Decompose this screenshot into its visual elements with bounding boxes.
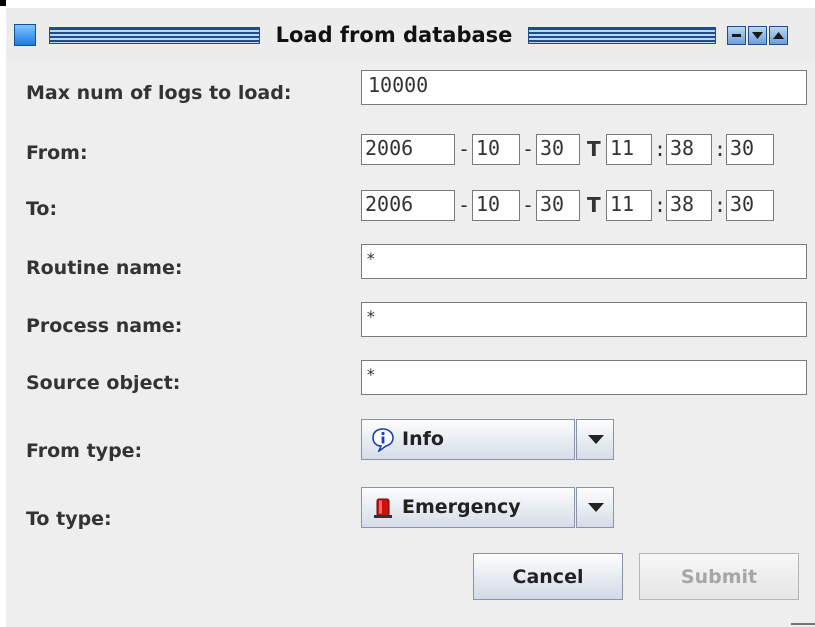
title-stripes-left: [49, 27, 260, 44]
to-month-field[interactable]: 10: [472, 190, 520, 221]
to-type-label: To type:: [26, 508, 112, 530]
to-type-select[interactable]: Emergency: [361, 487, 614, 528]
date-separator: -: [522, 137, 535, 161]
to-type-value: Emergency: [402, 496, 521, 518]
time-separator: :: [654, 137, 667, 161]
chevron-down-icon: [588, 435, 604, 444]
window-corner-mark: [0, 0, 6, 6]
to-day-field[interactable]: 30: [536, 190, 580, 221]
triangle-up-icon: [773, 32, 784, 39]
title-stripes-right: [528, 27, 716, 44]
cancel-button[interactable]: Cancel: [473, 553, 623, 600]
from-day-field[interactable]: 30: [536, 134, 580, 165]
chevron-down-icon: [588, 503, 604, 512]
emergency-icon: [374, 498, 392, 518]
triangle-down-icon: [752, 32, 763, 39]
routine-name-label: Routine name:: [26, 257, 183, 279]
to-minute-field[interactable]: 38: [666, 190, 712, 221]
date-separator: -: [458, 193, 471, 217]
resize-grip[interactable]: [791, 623, 815, 625]
datetime-separator: T: [587, 137, 601, 161]
from-year-field[interactable]: 2006: [361, 134, 455, 165]
from-type-dropdown-button[interactable]: [576, 419, 614, 460]
to-year-field[interactable]: 2006: [361, 190, 455, 221]
from-hour-field[interactable]: 11: [606, 134, 652, 165]
routine-name-input[interactable]: *: [361, 244, 807, 279]
date-separator: -: [458, 137, 471, 161]
max-logs-label: Max num of logs to load:: [26, 82, 292, 104]
load-from-database-dialog: Load from database Max num of logs to lo…: [6, 8, 815, 627]
restore-button[interactable]: [748, 26, 767, 45]
from-second-field[interactable]: 30: [726, 134, 774, 165]
to-type-dropdown-button[interactable]: [576, 487, 614, 528]
date-separator: -: [522, 193, 535, 217]
time-separator: :: [654, 193, 667, 217]
source-object-input[interactable]: *: [361, 360, 807, 395]
max-logs-input[interactable]: 10000: [361, 70, 807, 105]
title-bar[interactable]: Load from database: [6, 8, 815, 60]
from-label: From:: [26, 142, 88, 164]
maximize-button[interactable]: [769, 26, 788, 45]
to-hour-field[interactable]: 11: [606, 190, 652, 221]
process-name-input[interactable]: *: [361, 302, 807, 337]
window-title: Load from database: [275, 23, 513, 47]
minimize-button[interactable]: [727, 26, 746, 45]
time-separator: :: [714, 137, 727, 161]
from-month-field[interactable]: 10: [472, 134, 520, 165]
source-object-label: Source object:: [26, 372, 181, 394]
from-minute-field[interactable]: 38: [666, 134, 712, 165]
to-second-field[interactable]: 30: [726, 190, 774, 221]
from-type-label: From type:: [26, 440, 143, 462]
info-icon: [372, 428, 394, 452]
time-separator: :: [714, 193, 727, 217]
from-type-select[interactable]: Info: [361, 419, 614, 460]
process-name-label: Process name:: [26, 315, 183, 337]
minimize-icon: [732, 34, 741, 37]
datetime-separator: T: [587, 193, 601, 217]
submit-button[interactable]: Submit: [639, 553, 799, 600]
to-label: To:: [26, 198, 58, 220]
from-type-value: Info: [402, 428, 444, 450]
window-menu-icon[interactable]: [14, 24, 36, 46]
